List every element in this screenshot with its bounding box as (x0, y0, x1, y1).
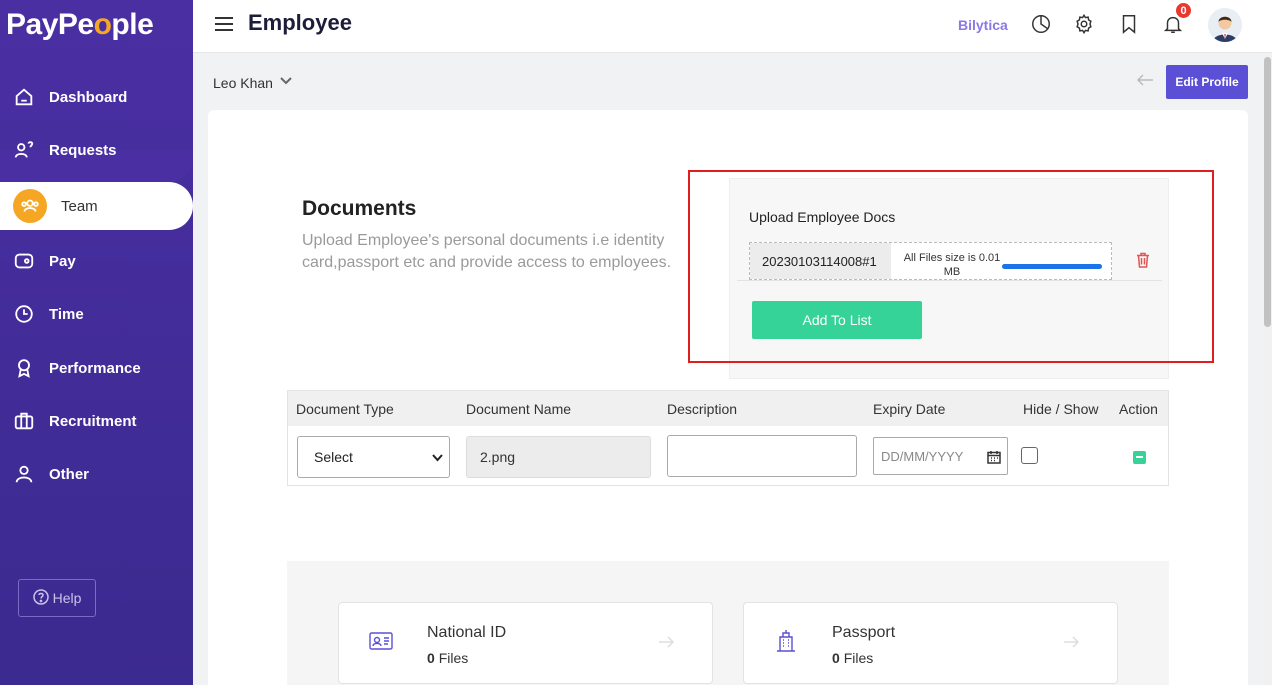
progress-fill (1002, 264, 1102, 269)
menu-toggle-icon[interactable] (215, 17, 233, 31)
user-avatar-icon (1208, 8, 1242, 42)
expiry-date-input[interactable]: DD/MM/YYYY (873, 437, 1008, 475)
help-label: Help (52, 590, 82, 606)
notification-badge: 0 (1174, 1, 1193, 20)
sidebar-item-label: Time (49, 305, 84, 323)
sidebar-item-dashboard[interactable]: Dashboard (0, 77, 193, 117)
sidebar-item-pay[interactable]: Pay (0, 241, 193, 281)
building-icon (772, 627, 800, 655)
documents-description: Upload Employee's personal documents i.e… (302, 232, 672, 271)
upload-label: Upload Employee Docs (749, 209, 896, 225)
category-title: Passport (832, 624, 896, 641)
category-card-national-id[interactable]: National ID 0 Files (338, 602, 713, 684)
sidebar-item-label: Requests (49, 141, 117, 159)
back-arrow-icon[interactable] (1135, 70, 1155, 90)
sidebar-item-label: Recruitment (49, 412, 137, 430)
chevron-down-icon (279, 74, 293, 91)
clock-icon (12, 302, 36, 326)
file-size-text: All Files size is 0.01 MB (903, 252, 1001, 278)
sidebar-item-label: Dashboard (49, 88, 128, 106)
column-header-description: Description (667, 401, 738, 417)
table-header: Document Type Document Name Description … (288, 391, 1168, 426)
arrow-right-icon (1062, 633, 1080, 651)
document-name-field: 2.png (466, 436, 651, 478)
column-header-document-type: Document Type (296, 401, 394, 417)
company-link[interactable]: Bilytica (958, 17, 1008, 33)
category-card-passport[interactable]: Passport 0 Files (743, 602, 1118, 684)
hide-show-checkbox[interactable] (1021, 447, 1038, 464)
employee-name: Leo Khan (213, 74, 273, 91)
column-header-document-name: Document Name (466, 401, 572, 417)
description-textarea[interactable] (667, 435, 857, 477)
file-name: 20230103114008#1 (750, 243, 891, 279)
divider (737, 280, 1162, 281)
sidebar-item-recruitment[interactable]: Recruitment (0, 401, 193, 441)
user-icon (12, 462, 36, 486)
gear-icon[interactable] (1073, 13, 1095, 35)
pie-chart-icon[interactable] (1030, 13, 1052, 35)
scrollbar-thumb[interactable] (1264, 57, 1271, 327)
chevron-down-icon (432, 454, 443, 462)
category-count: 0 Files (832, 650, 874, 666)
category-count: 0 Files (427, 650, 469, 666)
page-scrollbar[interactable] (1263, 53, 1272, 685)
uploaded-file-row: 20230103114008#1 All Files size is 0.01 … (749, 242, 1112, 280)
id-card-icon (367, 627, 395, 655)
employee-selector[interactable]: Leo Khan (213, 74, 293, 91)
sidebar-item-other[interactable]: Other (0, 454, 193, 494)
column-header-expiry-date: Expiry Date (873, 401, 946, 417)
sidebar-item-time[interactable]: Time (0, 294, 193, 334)
calendar-icon[interactable] (987, 450, 1001, 464)
sidebar-item-label: Team (61, 197, 98, 215)
bookmark-icon[interactable] (1118, 13, 1140, 35)
sidebar-item-team[interactable]: Team (0, 186, 193, 226)
top-header: Employee Bilytica 0 (193, 0, 1272, 53)
sidebar-item-performance[interactable]: Performance (0, 348, 193, 388)
sidebar: PayPeople Dashboard Requests Team Pay Ti… (0, 0, 193, 685)
remove-row-button[interactable] (1133, 451, 1146, 464)
requests-icon (12, 138, 36, 162)
page-title: Employee (248, 10, 352, 35)
category-title: National ID (427, 624, 507, 641)
column-header-action: Action (1119, 401, 1158, 417)
home-icon (12, 85, 36, 109)
documents-table: Document Type Document Name Description … (287, 390, 1169, 486)
upload-progress-bar (1002, 264, 1102, 269)
sidebar-item-label: Performance (49, 359, 141, 377)
documents-title: Documents (302, 197, 417, 220)
expiry-date-placeholder: DD/MM/YYYY (881, 448, 964, 464)
sidebar-item-requests[interactable]: Requests (0, 130, 193, 170)
avatar[interactable] (1208, 8, 1242, 42)
award-icon (12, 356, 36, 380)
wallet-icon (12, 249, 36, 273)
trash-icon[interactable] (1136, 252, 1150, 268)
help-icon (32, 588, 49, 608)
sidebar-item-label: Pay (49, 252, 76, 270)
column-header-hide-show: Hide / Show (1023, 401, 1099, 417)
help-button[interactable]: Help (18, 579, 96, 617)
briefcase-icon (12, 409, 36, 433)
team-icon (13, 189, 47, 223)
document-type-select[interactable]: Select (297, 436, 450, 478)
document-type-value: Select (314, 449, 353, 465)
edit-profile-button[interactable]: Edit Profile (1166, 65, 1248, 99)
sidebar-item-label: Other (49, 465, 90, 483)
app-logo[interactable]: PayPeople (6, 8, 154, 42)
add-to-list-button[interactable]: Add To List (752, 301, 922, 339)
arrow-right-icon (657, 633, 675, 651)
